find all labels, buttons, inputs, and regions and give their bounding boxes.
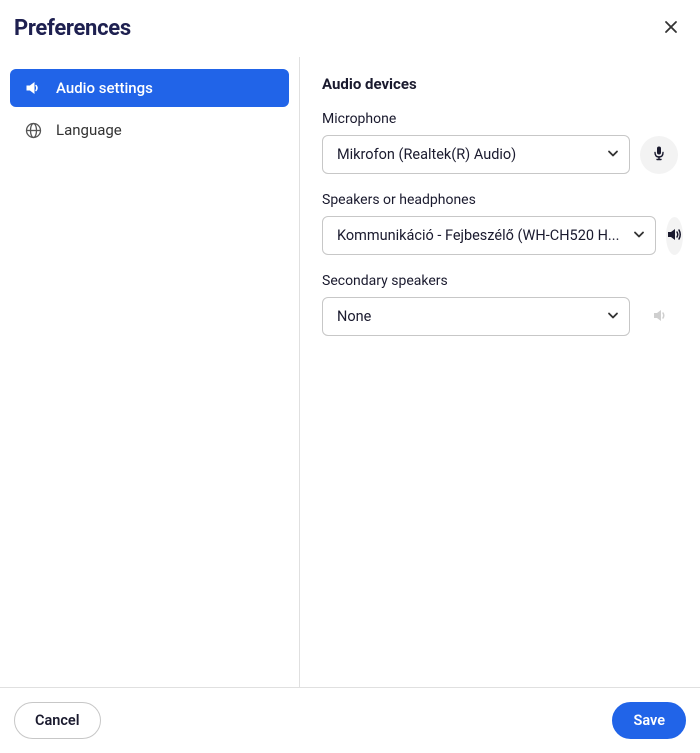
speaker-loud-icon: [666, 226, 683, 246]
speakers-row: Kommunikáció - Fejbeszélő (WH-CH520 H...: [322, 216, 678, 255]
speakers-field-group: Speakers or headphones Kommunikáció - Fe…: [322, 192, 678, 255]
microphone-icon: [651, 145, 667, 164]
speakers-test-button[interactable]: [666, 217, 683, 255]
secondary-speakers-field-group: Secondary speakers None: [322, 273, 678, 336]
secondary-speakers-select-value[interactable]: None: [322, 297, 630, 336]
close-button[interactable]: [658, 14, 684, 43]
globe-icon: [24, 121, 42, 139]
secondary-speakers-select[interactable]: None: [322, 297, 630, 336]
dialog-header: Preferences: [0, 0, 700, 57]
save-button[interactable]: Save: [612, 702, 686, 739]
section-title: Audio devices: [322, 75, 678, 93]
speakers-label: Speakers or headphones: [322, 192, 678, 208]
secondary-speakers-test-button: [640, 298, 678, 336]
close-icon: [662, 18, 680, 39]
microphone-label: Microphone: [322, 111, 678, 127]
speakers-select[interactable]: Kommunikáció - Fejbeszélő (WH-CH520 H...: [322, 216, 656, 255]
dialog-title: Preferences: [14, 16, 131, 41]
speakers-select-value[interactable]: Kommunikáció - Fejbeszélő (WH-CH520 H...: [322, 216, 656, 255]
speaker-quiet-icon: [651, 307, 668, 327]
preferences-sidebar: Audio settings Language: [0, 57, 300, 687]
dialog-footer: Cancel Save: [0, 687, 700, 753]
microphone-row: Mikrofon (Realtek(R) Audio): [322, 135, 678, 174]
secondary-speakers-label: Secondary speakers: [322, 273, 678, 289]
sidebar-item-label: Audio settings: [56, 79, 153, 97]
microphone-select[interactable]: Mikrofon (Realtek(R) Audio): [322, 135, 630, 174]
microphone-field-group: Microphone Mikrofon (Realtek(R) Audio): [322, 111, 678, 174]
microphone-select-value[interactable]: Mikrofon (Realtek(R) Audio): [322, 135, 630, 174]
speaker-icon: [24, 79, 42, 97]
sidebar-item-audio-settings[interactable]: Audio settings: [10, 69, 289, 107]
microphone-test-button[interactable]: [640, 136, 678, 174]
dialog-body: Audio settings Language Audio devices Mi…: [0, 57, 700, 687]
sidebar-item-language[interactable]: Language: [10, 111, 289, 149]
sidebar-item-label: Language: [56, 121, 122, 139]
secondary-speakers-row: None: [322, 297, 678, 336]
preferences-content: Audio devices Microphone Mikrofon (Realt…: [300, 57, 700, 687]
cancel-button[interactable]: Cancel: [14, 702, 101, 739]
